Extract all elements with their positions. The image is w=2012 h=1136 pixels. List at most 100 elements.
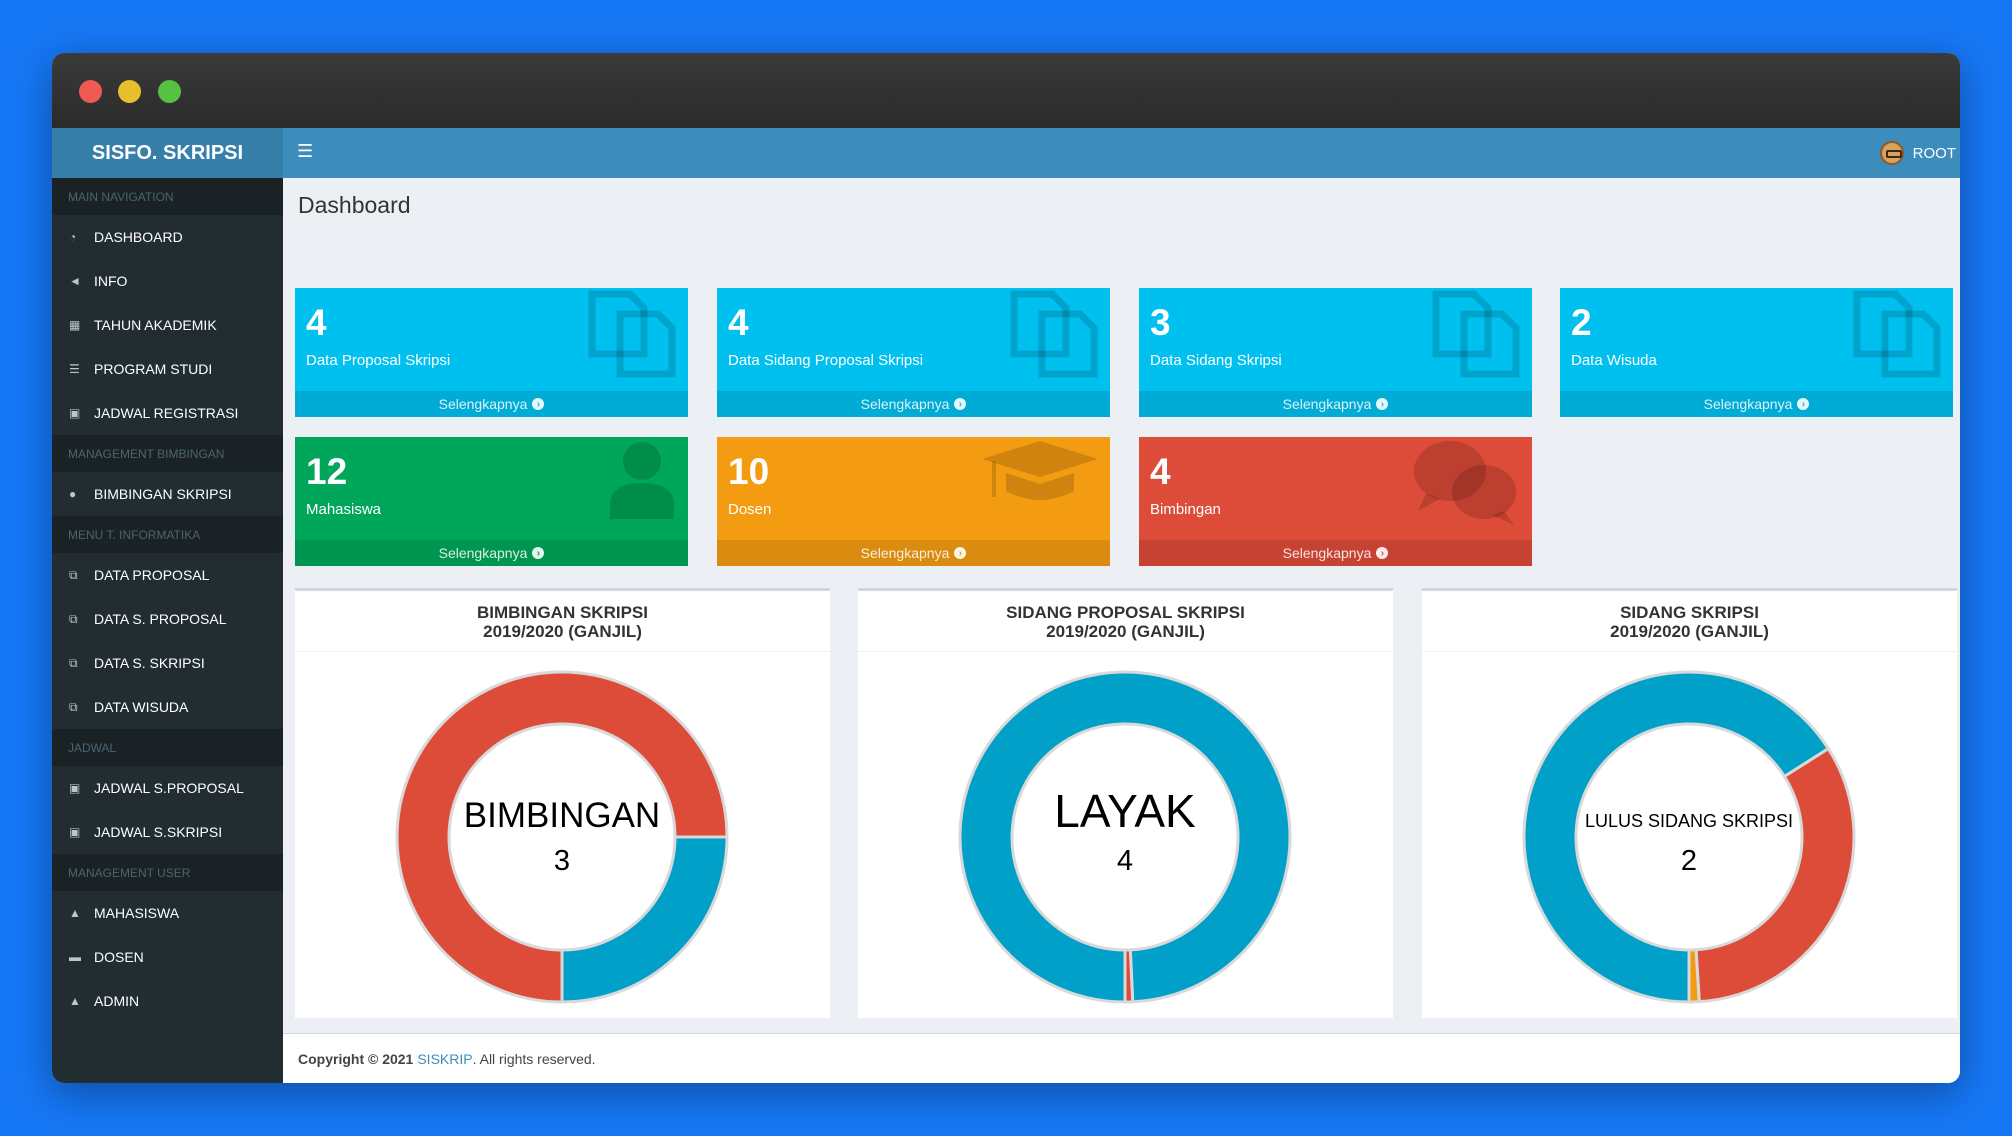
donut-chart: BIMBINGAN 3 <box>395 670 729 1004</box>
info-box-label: Data Sidang Skripsi <box>1150 352 1282 369</box>
donut-center-value: 3 <box>554 845 570 877</box>
dashboard-icon: ◔ <box>69 230 77 244</box>
copy-icon: ⧉ <box>69 611 78 626</box>
donut-slice[interactable] <box>1123 948 1135 1004</box>
menu-toggle-icon[interactable]: ☰ <box>297 141 313 162</box>
sidebar-item-label: DASHBOARD <box>94 229 183 245</box>
user-icon <box>606 437 678 526</box>
donut-center-label: BIMBINGAN <box>464 796 660 835</box>
arrow-circle-right-icon: › <box>954 547 967 559</box>
sidebar-item-label: PROGRAM STUDI <box>94 361 213 377</box>
user-icon: ▲ <box>69 906 81 920</box>
arrow-circle-right-icon: › <box>954 398 967 410</box>
more-info-link[interactable]: Selengkapnya › <box>1139 391 1532 417</box>
browser-window: SISFO. SKRIPSI MAIN NAVIGATION ◔ DASHBOARD… <box>52 53 1960 1083</box>
sidebar-item-label: BIMBINGAN SKRIPSI <box>94 486 232 502</box>
info-box-value: 3 <box>1150 302 1171 343</box>
more-info-link[interactable]: Selengkapnya › <box>1560 391 1953 417</box>
info-box-data-wisuda: 2 Data Wisuda Selengkapnya › <box>1560 288 1953 417</box>
calendar-icon: ▦ <box>69 318 81 332</box>
sidebar-item-jadwal-s-skripsi[interactable]: ▣ JADWAL S.SKRIPSI <box>52 810 283 854</box>
more-info-link[interactable]: Selengkapnya › <box>717 540 1110 566</box>
arrow-circle-right-icon: › <box>1376 398 1389 410</box>
sidebar-item-data-proposal[interactable]: ⧉ DATA PROPOSAL <box>52 553 283 597</box>
sidebar-item-program-studi[interactable]: ☰ PROGRAM STUDI <box>52 347 283 391</box>
info-box-label: Mahasiswa <box>306 501 382 518</box>
more-info-label: Selengkapnya <box>860 396 950 412</box>
donut-hole <box>1580 728 1798 946</box>
more-info-label: Selengkapnya <box>438 545 528 561</box>
graduation-cap-icon <box>980 437 1100 524</box>
nav-section-header: MANAGEMENT BIMBINGAN <box>52 435 283 472</box>
info-box-value: 4 <box>1150 451 1171 492</box>
chart-panel: BIMBINGAN SKRIPSI 2019/2020 (GANJIL) BIMBI… <box>295 588 830 1018</box>
info-box-value: 4 <box>728 302 749 343</box>
copy-icon <box>1008 288 1100 385</box>
sidebar-item-label: ADMIN <box>94 993 140 1009</box>
info-box-label: Data Sidang Proposal Skripsi <box>728 352 924 369</box>
window-titlebar <box>52 53 1960 128</box>
info-box-value: 10 <box>728 451 770 492</box>
donut-center-value: 4 <box>1117 845 1133 877</box>
calendar-plus-icon: ▣ <box>69 781 81 795</box>
close-window-button[interactable] <box>79 80 102 103</box>
comments-icon: ● <box>69 487 77 501</box>
graduation-cap-icon: ▬ <box>69 950 81 964</box>
sidebar-item-label: TAHUN AKADEMIK <box>94 317 217 333</box>
donut-slice[interactable] <box>1687 948 1701 1004</box>
info-box-label: Data Proposal Skripsi <box>306 352 451 369</box>
donut-center-label: LAYAK <box>1054 785 1196 837</box>
info-box-bimbingan: 4 Bimbingan Selengkapnya › <box>1139 437 1532 566</box>
user-menu[interactable]: ROOT <box>1879 141 1956 165</box>
sidebar-item-admin[interactable]: ▲ ADMIN <box>52 979 283 1023</box>
info-box-value: 2 <box>1571 302 1592 343</box>
sidebar: SISFO. SKRIPSI MAIN NAVIGATION ◔ DASHBOARD… <box>52 128 283 1083</box>
more-info-link[interactable]: Selengkapnya › <box>1139 540 1532 566</box>
sidebar-item-label: MAHASISWA <box>94 905 180 921</box>
sidebar-item-label: DATA S. SKRIPSI <box>94 655 205 671</box>
more-info-label: Selengkapnya <box>438 396 528 412</box>
bullhorn-icon: ◄ <box>69 274 81 288</box>
copy-icon <box>1851 288 1943 385</box>
sidebar-item-tahun-akademik[interactable]: ▦ TAHUN AKADEMIK <box>52 303 283 347</box>
sidebar-item-info[interactable]: ◄ INFO <box>52 259 283 303</box>
minimize-window-button[interactable] <box>118 80 141 103</box>
calendar-plus-icon: ▣ <box>69 825 81 839</box>
sidebar-item-jadwal-registrasi[interactable]: ▣ JADWAL REGISTRASI <box>52 391 283 435</box>
sidebar-item-bimbingan-skripsi[interactable]: ● BIMBINGAN SKRIPSI <box>52 472 283 516</box>
comments-icon <box>1412 437 1522 532</box>
sidebar-item-data-wisuda[interactable]: ⧉ DATA WISUDA <box>52 685 283 729</box>
donut-hole <box>453 728 671 946</box>
sidebar-item-data-s-skripsi[interactable]: ⧉ DATA S. SKRIPSI <box>52 641 283 685</box>
more-info-link[interactable]: Selengkapnya › <box>717 391 1110 417</box>
copy-icon: ⧉ <box>69 567 78 582</box>
info-box-label: Dosen <box>728 501 772 518</box>
more-info-link[interactable]: Selengkapnya › <box>295 391 688 417</box>
sidebar-item-dosen[interactable]: ▬ DOSEN <box>52 935 283 979</box>
brand-logo[interactable]: SISFO. SKRIPSI <box>52 128 283 178</box>
arrow-circle-right-icon: › <box>532 398 545 410</box>
maximize-window-button[interactable] <box>158 80 181 103</box>
more-info-label: Selengkapnya <box>860 545 950 561</box>
user-secret-icon: ▲ <box>69 994 81 1008</box>
more-info-label: Selengkapnya <box>1282 545 1372 561</box>
info-box-data-sidang-skripsi: 3 Data Sidang Skripsi Selengkapnya › <box>1139 288 1532 417</box>
sidebar-item-mahasiswa[interactable]: ▲ MAHASISWA <box>52 891 283 935</box>
sidebar-item-jadwal-s-proposal[interactable]: ▣ JADWAL S.PROPOSAL <box>52 766 283 810</box>
footer-rights-text: . All rights reserved. <box>472 1050 596 1067</box>
arrow-circle-right-icon: › <box>1376 547 1389 559</box>
page-title: Dashboard <box>298 192 411 218</box>
nav-section-header: MANAGEMENT USER <box>52 854 283 891</box>
copy-icon <box>1430 288 1522 385</box>
info-box-label: Bimbingan <box>1150 501 1221 518</box>
main-content: Dashboard 4 Data Proposal Skripsi Selengka… <box>283 178 1960 1083</box>
footer-brand-link[interactable]: SISKRIP <box>417 1051 472 1067</box>
more-info-link[interactable]: Selengkapnya › <box>295 540 688 566</box>
donut-chart: LAYAK 4 <box>958 670 1292 1004</box>
sidebar-item-dashboard[interactable]: ◔ DASHBOARD <box>52 215 283 259</box>
more-info-label: Selengkapnya <box>1703 396 1793 412</box>
sidebar-item-data-s-proposal[interactable]: ⧉ DATA S. PROPOSAL <box>52 597 283 641</box>
chart-panel: SIDANG SKRIPSI 2019/2020 (GANJIL) LULUS SI… <box>1422 588 1957 1018</box>
top-navbar: ☰ ROOT <box>283 128 1960 178</box>
sidebar-item-label: DATA S. PROPOSAL <box>94 611 227 627</box>
